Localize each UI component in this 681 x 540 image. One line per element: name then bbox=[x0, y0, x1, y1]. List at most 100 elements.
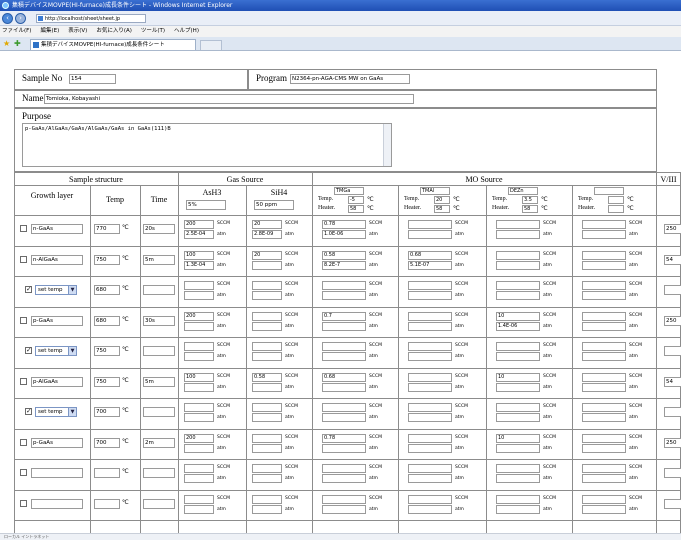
mo-pressure-input[interactable] bbox=[408, 291, 452, 300]
mo-flow-input[interactable] bbox=[496, 342, 540, 351]
mo-pressure-input[interactable] bbox=[496, 230, 540, 239]
mo-flow-input[interactable]: 10 bbox=[496, 311, 540, 321]
row-checkbox[interactable] bbox=[20, 499, 27, 507]
mo-pressure-input[interactable] bbox=[582, 230, 626, 239]
mo-pressure-input[interactable] bbox=[582, 504, 626, 514]
ash3-flow-input[interactable]: 100 bbox=[184, 250, 214, 260]
mo-heater-input[interactable]: 58 bbox=[348, 205, 364, 213]
time-input[interactable] bbox=[143, 498, 175, 509]
mo-pressure-input[interactable] bbox=[496, 413, 540, 422]
mo-pressure-input[interactable] bbox=[408, 352, 452, 361]
ash3-pressure-input[interactable] bbox=[184, 382, 214, 392]
tab-sheet[interactable]: 集積デバイスMOVPE(HI-furnace)成長条件シート bbox=[30, 39, 196, 50]
ash3-flow-input[interactable] bbox=[184, 403, 214, 412]
row-checkbox[interactable] bbox=[25, 346, 32, 354]
mo-flow-input[interactable]: 10 bbox=[496, 433, 540, 443]
row-checkbox[interactable] bbox=[20, 225, 27, 232]
temp-input[interactable]: 680 bbox=[94, 315, 120, 326]
mo-pressure-input[interactable] bbox=[322, 352, 366, 361]
ash3-flow-input[interactable] bbox=[184, 342, 214, 351]
sih4-flow-input[interactable] bbox=[252, 281, 282, 290]
mo-flow-input[interactable]: 0.68 bbox=[322, 372, 366, 382]
v-iii-ratio-input[interactable]: 250 bbox=[664, 315, 681, 326]
row-checkbox[interactable] bbox=[25, 285, 32, 293]
mo-pressure-input[interactable]: 1.0E-06 bbox=[322, 230, 366, 239]
time-input[interactable]: 5m bbox=[143, 376, 175, 387]
v-iii-ratio-input[interactable]: 54 bbox=[664, 254, 681, 265]
mo-flow-input[interactable] bbox=[408, 372, 452, 382]
ash3-pressure-input[interactable] bbox=[184, 291, 214, 300]
sih4-concentration-input[interactable]: 50 ppm bbox=[254, 200, 294, 210]
ash3-pressure-input[interactable] bbox=[184, 474, 214, 483]
temp-input[interactable]: 750 bbox=[94, 346, 120, 356]
mo-flow-input[interactable] bbox=[582, 494, 626, 504]
v-iii-ratio-input[interactable] bbox=[664, 407, 681, 417]
mo-flow-input[interactable] bbox=[322, 281, 366, 290]
sih4-pressure-input[interactable]: 2.8E-09 bbox=[252, 230, 282, 239]
mo-temp-input[interactable]: -5 bbox=[348, 196, 364, 204]
mo-pressure-input[interactable] bbox=[496, 504, 540, 514]
sih4-pressure-input[interactable] bbox=[252, 504, 282, 514]
mo-flow-input[interactable] bbox=[496, 464, 540, 473]
mo-pressure-input[interactable] bbox=[408, 230, 452, 239]
ash3-flow-input[interactable] bbox=[184, 464, 214, 473]
row-checkbox[interactable] bbox=[20, 469, 27, 476]
row-checkbox[interactable] bbox=[20, 377, 27, 385]
menu-item[interactable]: ヘルプ(H) bbox=[174, 28, 199, 34]
sih4-pressure-input[interactable] bbox=[252, 382, 282, 392]
back-arrow-icon[interactable]: ‹ bbox=[2, 13, 13, 24]
mo-flow-input[interactable] bbox=[408, 464, 452, 473]
menu-item[interactable]: お気に入り(A) bbox=[96, 28, 132, 34]
mo-pressure-input[interactable] bbox=[496, 260, 540, 270]
mo-pressure-input[interactable] bbox=[496, 474, 540, 483]
mo-pressure-input[interactable] bbox=[582, 352, 626, 361]
layer-type-select[interactable]: set temp ▼ bbox=[35, 346, 77, 356]
mo-flow-input[interactable] bbox=[582, 220, 626, 229]
mo-flow-input[interactable] bbox=[408, 494, 452, 504]
mo-pressure-input[interactable] bbox=[408, 474, 452, 483]
program-input[interactable]: N2364-pn-AGA-CMS MW on GaAs bbox=[290, 74, 410, 84]
layer-type-select[interactable]: set temp ▼ bbox=[35, 407, 77, 417]
mo-flow-input[interactable] bbox=[582, 281, 626, 290]
ash3-pressure-input[interactable] bbox=[184, 504, 214, 514]
mo-pressure-input[interactable] bbox=[322, 443, 366, 453]
temp-input[interactable] bbox=[94, 498, 120, 509]
mo-temp-input[interactable]: 3.5 bbox=[522, 196, 538, 204]
ash3-flow-input[interactable]: 100 bbox=[184, 372, 214, 382]
mo-pressure-input[interactable] bbox=[582, 382, 626, 392]
mo-flow-input[interactable] bbox=[496, 220, 540, 229]
time-input[interactable]: 2m bbox=[143, 437, 175, 448]
mo-pressure-input[interactable] bbox=[582, 413, 626, 422]
v-iii-ratio-input[interactable]: 250 bbox=[664, 224, 681, 234]
mo-pressure-input[interactable] bbox=[582, 291, 626, 300]
ash3-pressure-input[interactable] bbox=[184, 352, 214, 361]
mo-pressure-input[interactable] bbox=[322, 382, 366, 392]
mo-flow-input[interactable] bbox=[582, 433, 626, 443]
mo-source-name-input[interactable]: DEZn bbox=[508, 187, 538, 195]
mo-heater-input[interactable] bbox=[608, 205, 624, 213]
sih4-pressure-input[interactable] bbox=[252, 474, 282, 483]
mo-pressure-input[interactable] bbox=[322, 474, 366, 483]
mo-pressure-input[interactable] bbox=[496, 291, 540, 300]
v-iii-ratio-input[interactable]: 250 bbox=[664, 437, 681, 448]
sih4-pressure-input[interactable] bbox=[252, 443, 282, 453]
time-input[interactable] bbox=[143, 468, 175, 478]
menu-item[interactable]: 編集(E) bbox=[40, 28, 59, 34]
ash3-pressure-input[interactable]: 2.5E-04 bbox=[184, 230, 214, 239]
row-checkbox[interactable] bbox=[25, 407, 32, 415]
v-iii-ratio-input[interactable] bbox=[664, 498, 681, 509]
mo-source-name-input[interactable]: TMAl bbox=[420, 187, 450, 195]
mo-flow-input[interactable] bbox=[408, 403, 452, 412]
mo-pressure-input[interactable] bbox=[408, 443, 452, 453]
mo-pressure-input[interactable] bbox=[408, 382, 452, 392]
mo-flow-input[interactable] bbox=[408, 281, 452, 290]
ash3-pressure-input[interactable] bbox=[184, 321, 214, 331]
mo-pressure-input[interactable] bbox=[582, 474, 626, 483]
growth-layer-input[interactable]: p-GaAs bbox=[31, 437, 83, 448]
mo-flow-input[interactable]: 0.58 bbox=[322, 250, 366, 260]
temp-input[interactable]: 680 bbox=[94, 285, 120, 295]
growth-layer-input[interactable] bbox=[31, 468, 83, 478]
sih4-flow-input[interactable] bbox=[252, 342, 282, 351]
sih4-pressure-input[interactable] bbox=[252, 413, 282, 422]
mo-heater-input[interactable]: 58 bbox=[434, 205, 450, 213]
